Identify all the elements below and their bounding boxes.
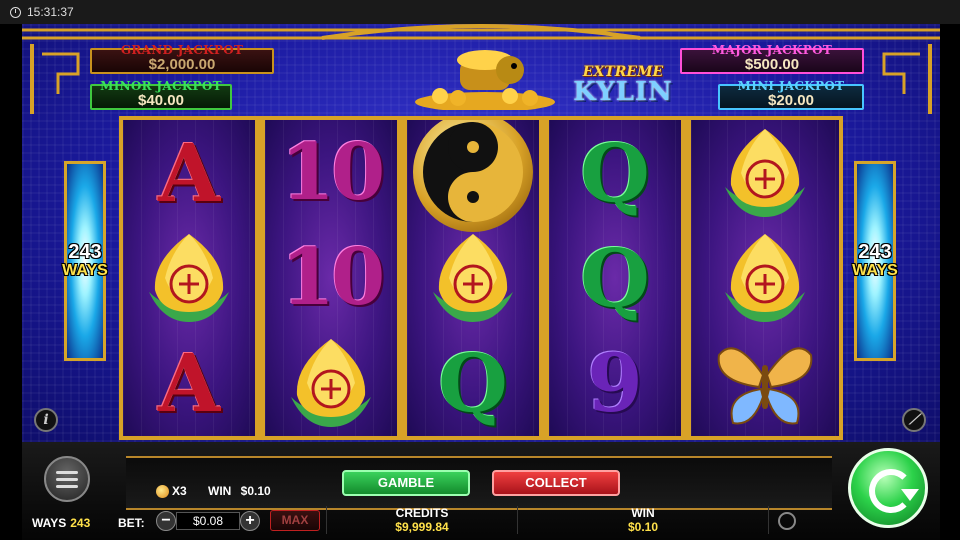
major-jackpot-title: MAJOR JACKPOT	[711, 43, 833, 57]
credits-value: $9,999.84	[395, 520, 449, 534]
symbol-peach	[265, 330, 397, 435]
peach-icon	[433, 233, 513, 322]
mini-jackpot-value: $20.00	[768, 92, 814, 109]
feature-win-value: $0.10	[240, 484, 271, 498]
symbol-peach	[407, 225, 539, 330]
ways-panel-right: 243 WAYS	[852, 161, 898, 361]
symbol-peach	[691, 225, 839, 330]
ways-panel-left-number: 243	[68, 241, 102, 263]
symbol-9-text: 9	[587, 335, 643, 430]
reel-grid: A A 10 10 Q Q Q 9	[119, 116, 843, 440]
grand-jackpot-value: $2,000.00	[148, 56, 216, 73]
grand-jackpot: GRAND JACKPOT $2,000.00	[90, 43, 274, 74]
sound-icon[interactable]	[778, 512, 796, 530]
reel-2: 10 10	[265, 120, 397, 436]
symbol-peach	[691, 120, 839, 225]
symbol-a: A	[123, 120, 255, 225]
ways-display: WAYS 243	[32, 516, 90, 530]
symbol-10: 10	[265, 120, 397, 225]
symbol-a: A	[123, 330, 255, 435]
bottom-bar: WAYS 243 BET: − $0.08 + MAX CREDITS $9,99…	[22, 506, 940, 540]
bet-value: $0.08	[176, 512, 240, 530]
bet-increase-button[interactable]: +	[240, 511, 260, 531]
clock-icon	[10, 6, 21, 18]
grand-jackpot-title: GRAND JACKPOT	[120, 43, 244, 57]
symbol-q-text: Q	[580, 230, 650, 325]
game-area: GRAND JACKPOT $2,000.00 MINOR JACKPOT $4…	[22, 24, 940, 442]
feature-strip	[126, 456, 832, 510]
credits-label: CREDITS	[395, 506, 449, 520]
symbol-q-text: Q	[438, 335, 508, 430]
symbol-yin-yang	[407, 120, 539, 232]
major-jackpot: MAJOR JACKPOT $500.00	[680, 43, 864, 74]
reel-3: Q	[407, 120, 539, 436]
win-display: WIN $0.10	[518, 506, 769, 534]
status-time: 15:31:37	[27, 5, 74, 19]
credits-display: CREDITS $9,999.84	[326, 506, 518, 534]
peach-multiplier-value: X3	[172, 484, 187, 498]
symbol-a-text: A	[157, 335, 221, 430]
minor-jackpot-value: $40.00	[138, 92, 184, 109]
symbol-10-text: 10	[280, 126, 386, 218]
game-logo: EXTREME KYLIN	[558, 64, 688, 112]
symbol-q: Q	[549, 120, 681, 225]
max-bet-button[interactable]: MAX	[270, 510, 320, 531]
info-icon[interactable]: i	[34, 408, 58, 432]
mini-jackpot-title: MINI JACKPOT	[737, 79, 845, 93]
peach-icon	[149, 233, 229, 322]
peach-multiplier: X3	[156, 484, 187, 498]
gamble-button[interactable]: GAMBLE	[342, 470, 470, 496]
symbol-10-text: 10	[280, 231, 386, 323]
reel-4: Q Q 9	[549, 120, 681, 436]
symbol-butterfly	[691, 330, 839, 435]
ways-label: WAYS	[32, 516, 67, 530]
major-jackpot-value: $500.00	[744, 56, 800, 73]
symbol-10: 10	[265, 225, 397, 330]
collect-button[interactable]: COLLECT	[492, 470, 620, 496]
symbol-q: Q	[549, 225, 681, 330]
peach-icon	[725, 233, 805, 322]
status-bar: 15:31:37	[0, 0, 960, 24]
ways-panel-right-number: 243	[858, 241, 892, 263]
ways-panel-left: 243 WAYS	[62, 161, 108, 361]
win-value: $0.10	[627, 520, 659, 534]
symbol-a-text: A	[157, 125, 221, 220]
feature-win: WIN $0.10	[208, 484, 271, 498]
minor-jackpot: MINOR JACKPOT $40.00	[90, 79, 232, 110]
symbol-9: 9	[549, 330, 681, 435]
reel-5	[691, 120, 839, 436]
symbol-q-text: Q	[580, 125, 650, 220]
ways-panel-left-label: WAYS	[62, 262, 108, 279]
minor-jackpot-title: MINOR JACKPOT	[100, 79, 222, 93]
peach-icon	[725, 128, 805, 217]
yin-yang-icon	[413, 120, 533, 232]
control-panel: X3 WIN $0.10 GAMBLE COLLECT WAYS 243 BET:…	[22, 442, 940, 540]
win-label: WIN	[631, 506, 655, 520]
reel-1: A A	[123, 120, 255, 436]
peach-icon	[291, 338, 371, 427]
menu-button[interactable]	[44, 456, 90, 502]
butterfly-icon	[717, 346, 813, 424]
ways-value: 243	[70, 516, 91, 530]
top-frame: GRAND JACKPOT $2,000.00 MINOR JACKPOT $4…	[22, 24, 940, 116]
symbol-q: Q	[407, 330, 539, 435]
ways-panel-right-label: WAYS	[852, 262, 898, 279]
peach-icon	[156, 484, 169, 498]
mini-jackpot: MINI JACKPOT $20.00	[718, 79, 864, 110]
symbol-peach	[123, 225, 255, 330]
feature-win-label: WIN	[208, 484, 232, 498]
bet-decrease-button[interactable]: −	[156, 511, 176, 531]
compass-icon[interactable]: ⟋	[902, 408, 926, 432]
logo-line-2: KYLIN	[573, 77, 673, 107]
golden-toad-icon	[415, 50, 555, 110]
bet-label: BET:	[118, 516, 145, 530]
